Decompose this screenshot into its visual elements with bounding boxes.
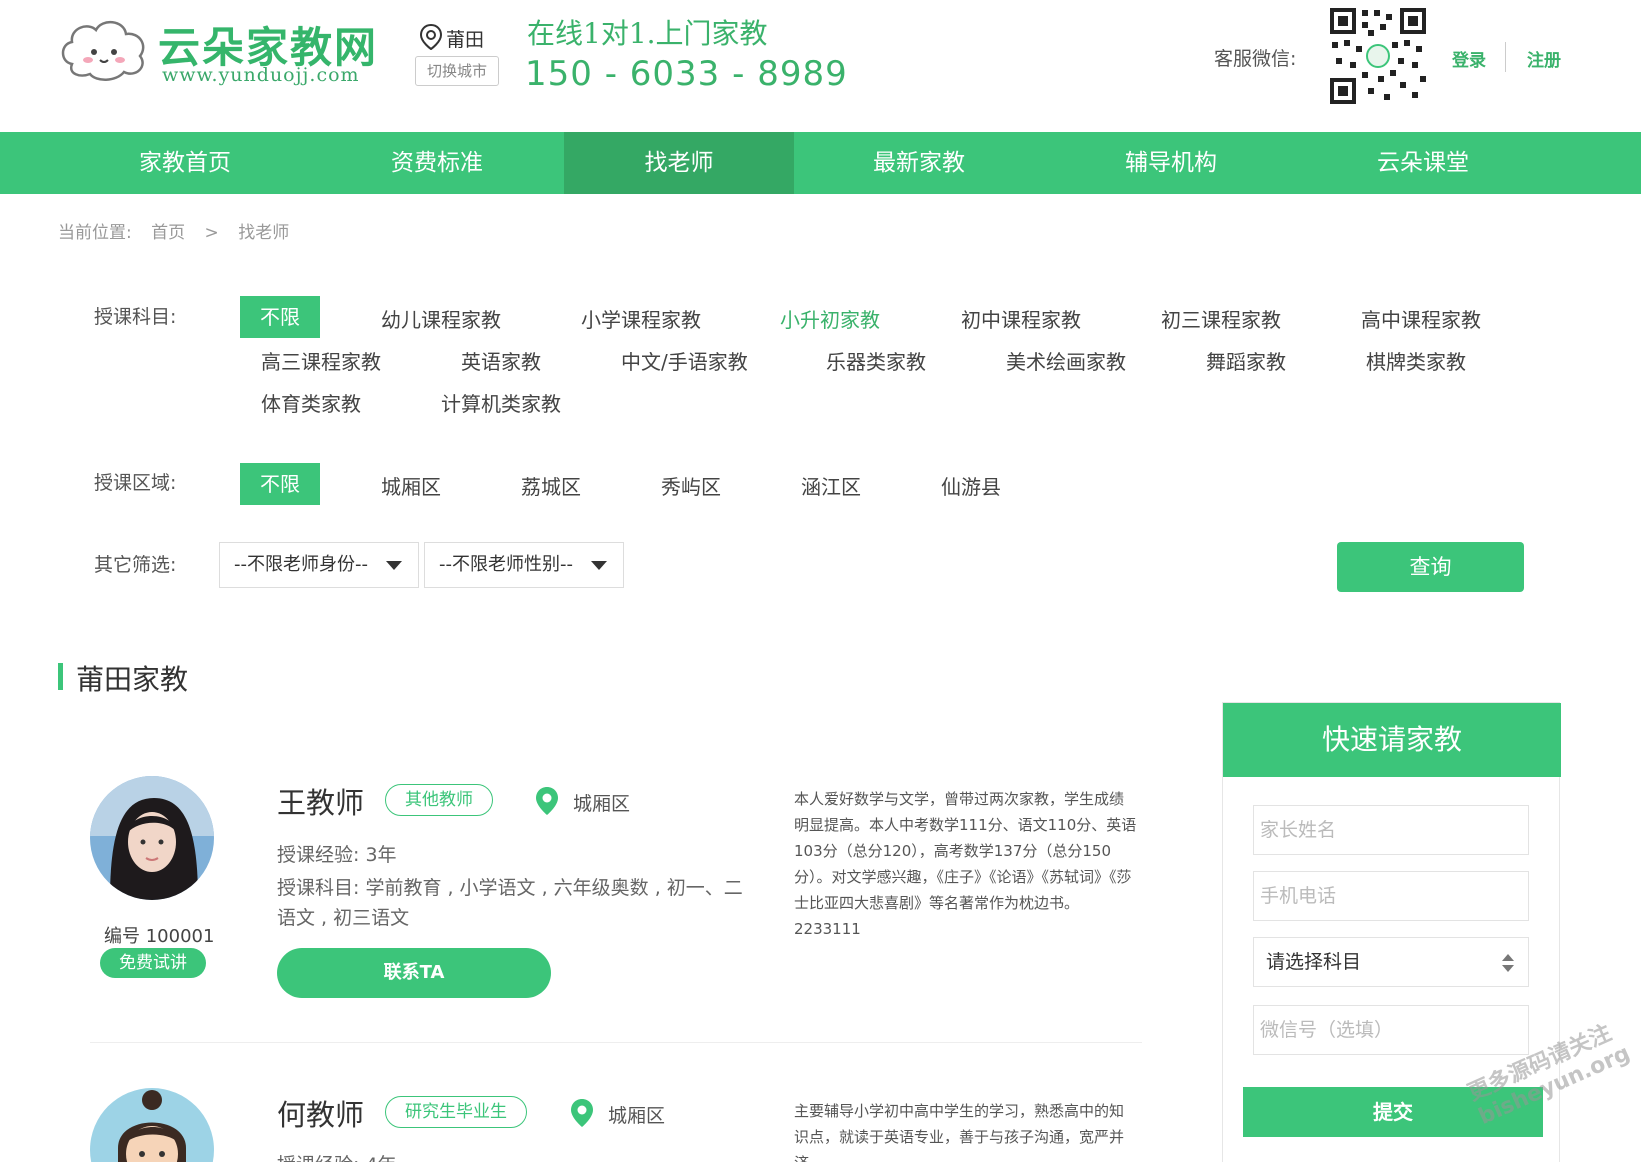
caret-down-icon xyxy=(386,561,402,570)
teacher-gender-select[interactable]: --不限老师性别-- xyxy=(424,542,624,588)
area-option[interactable]: 不限 xyxy=(240,463,320,505)
teacher-experience: 授课经验: 4年 xyxy=(277,1150,397,1162)
location-pin-icon xyxy=(536,787,558,815)
hotline-number: 150 - 6033 - 8989 xyxy=(525,54,848,94)
subject-option[interactable]: 美术绘画家教 xyxy=(1006,346,1126,375)
teacher-name[interactable]: 何教师 xyxy=(277,1092,364,1134)
location-pin-icon xyxy=(571,1099,593,1127)
main-nav: 家教首页 资费标准 找老师 最新家教 辅导机构 云朵课堂 xyxy=(0,132,1641,194)
teacher-subjects: 授课科目: 学前教育 , 小学语文 , 六年级奥数 , 初一、二语文 , 初三语… xyxy=(277,877,743,929)
subject-option[interactable]: 不限 xyxy=(240,296,320,338)
area-option[interactable]: 涵江区 xyxy=(801,471,861,500)
card-divider xyxy=(90,1042,1142,1043)
teacher-id: 编号 100001 xyxy=(104,926,215,947)
teacher-type-tag: 研究生毕业生 xyxy=(385,1096,527,1128)
caret-down-icon xyxy=(591,561,607,570)
subject-option[interactable]: 高中课程家教 xyxy=(1361,304,1481,333)
wechat-input[interactable]: 微信号（选填） xyxy=(1253,1005,1529,1055)
subject-option[interactable]: 初三课程家教 xyxy=(1161,304,1281,333)
page: 云朵家教网 www.yunduojj.com 莆田 切换城市 在线1对1.上门家… xyxy=(0,0,1641,1162)
nav-home[interactable]: 家教首页 xyxy=(100,132,270,194)
subject-option[interactable]: 高三课程家教 xyxy=(261,346,381,375)
breadcrumb-home[interactable]: 首页 xyxy=(151,223,185,243)
teacher-area-name: 城厢区 xyxy=(573,793,631,815)
subject-option[interactable]: 小学课程家教 xyxy=(581,304,701,333)
wechat-label: 客服微信: xyxy=(1214,48,1297,70)
subject-option[interactable]: 小升初家教 xyxy=(780,304,880,333)
teacher-type-tag: 其他教师 xyxy=(385,784,493,816)
teacher-name[interactable]: 王教师 xyxy=(277,780,364,822)
subject-filter-label: 授课科目: xyxy=(94,306,177,328)
slogan: 在线1对1.上门家教 xyxy=(527,17,768,50)
subject-option[interactable]: 计算机类家教 xyxy=(441,388,561,417)
location-pin-icon xyxy=(419,23,443,51)
register-link[interactable]: 注册 xyxy=(1527,46,1561,71)
breadcrumb-prefix: 当前位置: xyxy=(58,223,132,243)
subject-option[interactable]: 初中课程家教 xyxy=(961,304,1081,333)
area-option[interactable]: 荔城区 xyxy=(521,471,581,500)
contact-teacher-button[interactable]: 联系TA xyxy=(277,948,551,998)
updown-arrows-icon xyxy=(1502,954,1514,972)
cloud-mascot-icon xyxy=(61,21,145,81)
teacher-description: 本人爱好数学与文学，曾带过两次家教，学生成绩明显提高。本人中考数学111分、语文… xyxy=(794,790,1137,938)
subject-option[interactable]: 英语家教 xyxy=(461,346,541,375)
phone-input[interactable]: 手机电话 xyxy=(1253,871,1529,921)
area-option[interactable]: 秀屿区 xyxy=(661,471,721,500)
gender-select-value: --不限老师性别-- xyxy=(439,554,573,575)
query-button[interactable]: 查询 xyxy=(1337,542,1524,592)
site-logo[interactable]: 云朵家教网 www.yunduojj.com xyxy=(58,10,388,90)
area-filter-label: 授课区域: xyxy=(94,472,177,494)
switch-city-button[interactable]: 切换城市 xyxy=(415,56,499,86)
area-option[interactable]: 城厢区 xyxy=(381,471,441,500)
teacher-cartoon-avatar xyxy=(90,1088,214,1162)
quick-form-title: 快速请家教 xyxy=(1223,703,1561,777)
breadcrumb-arrow: > xyxy=(204,223,219,243)
teacher-photo xyxy=(90,776,214,900)
free-trial-badge: 免费试讲 xyxy=(100,948,206,978)
logo-url: www.yunduojj.com xyxy=(162,64,360,86)
section-accent-bar xyxy=(58,663,63,690)
current-city: 莆田 xyxy=(419,23,485,52)
other-filter-label: 其它筛选: xyxy=(94,554,177,576)
teacher-description: 主要辅导小学初中高中学生的学习，熟悉高中的知识点，就读于英语专业，善于与孩子沟通… xyxy=(794,1102,1125,1162)
teacher-identity-select[interactable]: --不限老师身份-- xyxy=(219,542,419,588)
wechat-qr-code xyxy=(1328,6,1428,106)
teacher-avatar[interactable] xyxy=(90,776,214,900)
breadcrumb: 当前位置: 首页 > 找老师 xyxy=(58,218,303,243)
login-link[interactable]: 登录 xyxy=(1452,46,1486,71)
identity-select-value: --不限老师身份-- xyxy=(234,554,368,575)
subject-option[interactable]: 中文/手语家教 xyxy=(621,346,748,375)
subject-option[interactable]: 幼儿课程家教 xyxy=(381,304,501,333)
teacher-area: 城厢区 xyxy=(570,1098,665,1128)
city-name: 莆田 xyxy=(446,29,485,51)
subject-select[interactable]: 请选择科目 xyxy=(1253,937,1529,987)
area-option[interactable]: 仙游县 xyxy=(941,471,1001,500)
teacher-experience: 授课经验: 3年 xyxy=(277,844,397,866)
nav-latest-jobs[interactable]: 最新家教 xyxy=(834,132,1004,194)
subject-option[interactable]: 乐器类家教 xyxy=(826,346,926,375)
teacher-area: 城厢区 xyxy=(535,786,630,816)
header-separator xyxy=(1505,42,1506,72)
teacher-area-name: 城厢区 xyxy=(608,1105,666,1127)
subject-option[interactable]: 体育类家教 xyxy=(261,388,361,417)
subject-option[interactable]: 棋牌类家教 xyxy=(1366,346,1466,375)
nav-classroom[interactable]: 云朵课堂 xyxy=(1338,132,1508,194)
section-title: 莆田家教 xyxy=(76,663,189,696)
nav-institutions[interactable]: 辅导机构 xyxy=(1086,132,1256,194)
subject-option[interactable]: 舞蹈家教 xyxy=(1206,346,1286,375)
teacher-avatar[interactable] xyxy=(90,1088,214,1162)
breadcrumb-current: 找老师 xyxy=(238,223,290,243)
nav-pricing[interactable]: 资费标准 xyxy=(352,132,522,194)
parent-name-input[interactable]: 家长姓名 xyxy=(1253,805,1529,855)
subject-select-value: 请选择科目 xyxy=(1266,951,1362,973)
nav-find-teacher[interactable]: 找老师 xyxy=(564,132,794,194)
